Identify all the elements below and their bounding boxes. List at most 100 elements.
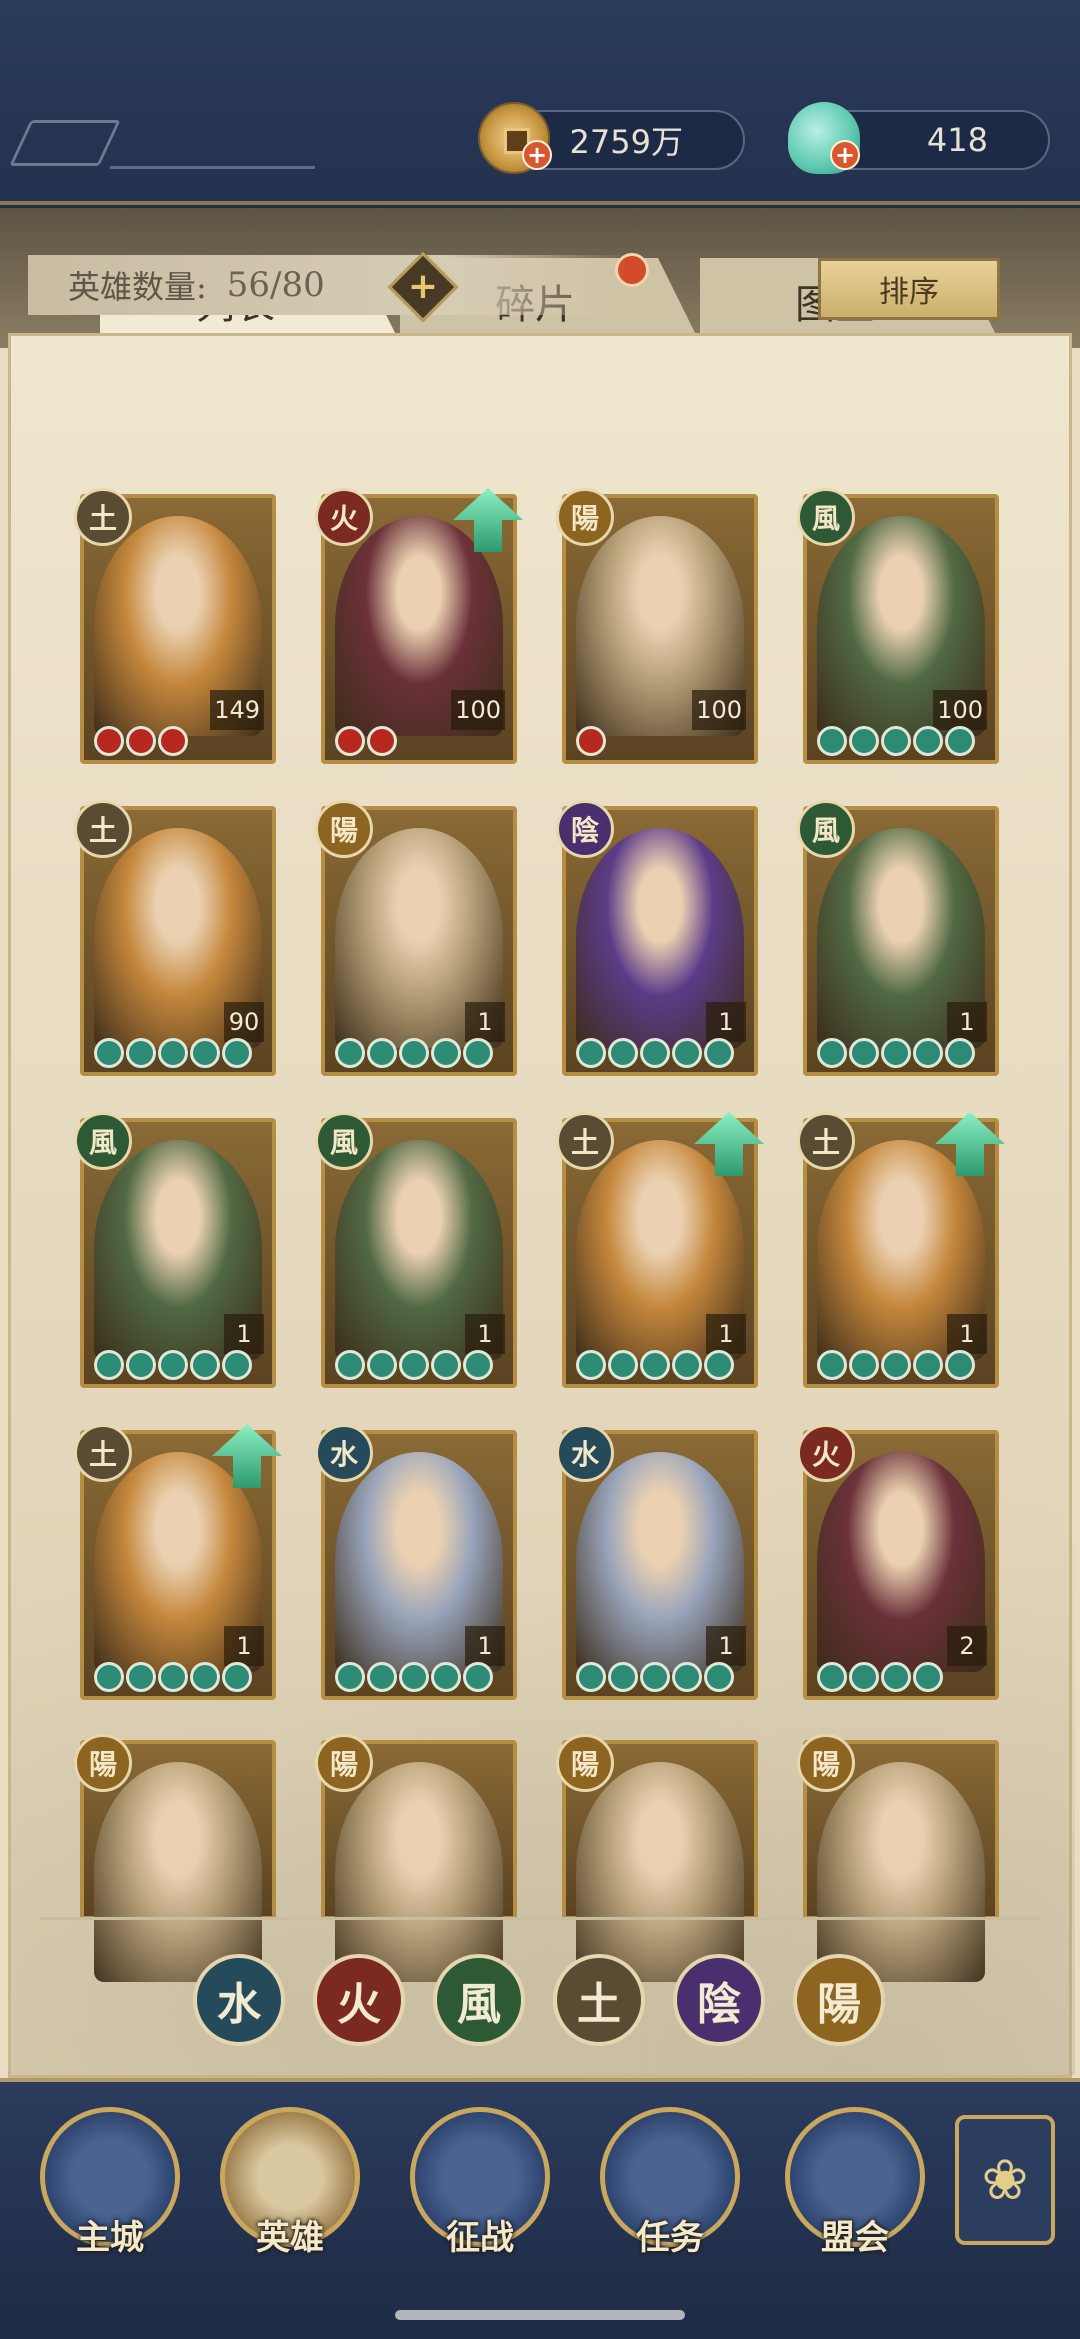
menu-button[interactable]: ❀ bbox=[955, 2115, 1055, 2245]
hero-grid: 土 149 火 100 陽 100 風 100 土 90 陽 1 陰 1 風 1 風 1 風 1 土 1 土 1 土 1 水 1 水 1 火… bbox=[0, 0, 1080, 2339]
star-icon bbox=[849, 1350, 879, 1380]
star-icon bbox=[126, 1662, 156, 1692]
hero-card[interactable]: 陽 bbox=[797, 1734, 999, 1982]
element-badge: 土 bbox=[74, 1424, 132, 1482]
star-icon bbox=[704, 1350, 734, 1380]
star-icon bbox=[576, 1038, 606, 1068]
hero-card[interactable]: 水1 bbox=[556, 1424, 758, 1700]
element-badge: 風 bbox=[797, 488, 855, 546]
hero-card[interactable]: 土 90 bbox=[74, 800, 276, 1076]
star-icon bbox=[640, 1350, 670, 1380]
element-filter-button[interactable]: 風 bbox=[433, 1954, 525, 2046]
star-row bbox=[817, 1038, 975, 1068]
star-icon bbox=[335, 726, 365, 756]
star-icon bbox=[913, 1350, 943, 1380]
hero-card[interactable]: 陰1 bbox=[556, 800, 758, 1076]
hero-card[interactable]: 火 100 bbox=[315, 488, 523, 764]
star-icon bbox=[222, 1662, 252, 1692]
nav-label: 主城 bbox=[76, 2218, 144, 2258]
star-icon bbox=[126, 1038, 156, 1068]
hero-card[interactable]: 陽 bbox=[315, 1734, 517, 1982]
hero-card[interactable]: 土1 bbox=[797, 1112, 1005, 1388]
element-badge: 風 bbox=[797, 800, 855, 858]
hero-card[interactable]: 土 149 bbox=[74, 488, 276, 764]
star-icon bbox=[158, 1350, 188, 1380]
hero-card[interactable]: 風1 bbox=[74, 1112, 276, 1388]
nav-label: 任务 bbox=[636, 2218, 704, 2258]
star-row bbox=[817, 1350, 975, 1380]
hero-level: 149 bbox=[210, 690, 264, 730]
star-icon bbox=[94, 726, 124, 756]
filter-divider bbox=[40, 1917, 1040, 1920]
star-icon bbox=[463, 1662, 493, 1692]
hero-card[interactable]: 陽 bbox=[556, 1734, 758, 1982]
hero-card[interactable]: 火2 bbox=[797, 1424, 999, 1700]
element-badge: 陰 bbox=[556, 800, 614, 858]
element-badge: 陽 bbox=[315, 800, 373, 858]
hero-card[interactable]: 風1 bbox=[315, 1112, 517, 1388]
element-filter-button[interactable]: 水 bbox=[193, 1954, 285, 2046]
star-icon bbox=[335, 1662, 365, 1692]
star-icon bbox=[817, 1350, 847, 1380]
hero-card[interactable]: 土1 bbox=[74, 1424, 282, 1700]
star-icon bbox=[190, 1350, 220, 1380]
star-row bbox=[576, 1038, 734, 1068]
hero-level: 1 bbox=[224, 1314, 264, 1354]
star-row bbox=[817, 726, 975, 756]
star-icon bbox=[367, 1038, 397, 1068]
element-badge: 土 bbox=[797, 1112, 855, 1170]
element-filter-button[interactable]: 陰 bbox=[673, 1954, 765, 2046]
star-icon bbox=[222, 1038, 252, 1068]
hero-level: 1 bbox=[947, 1314, 987, 1354]
star-icon bbox=[463, 1350, 493, 1380]
star-row bbox=[335, 1662, 493, 1692]
hero-card[interactable]: 水1 bbox=[315, 1424, 517, 1700]
star-icon bbox=[913, 1038, 943, 1068]
hero-portrait bbox=[817, 1762, 985, 1982]
hero-card[interactable]: 陽 100 bbox=[556, 488, 758, 764]
element-filter-button[interactable]: 陽 bbox=[793, 1954, 885, 2046]
element-badge: 風 bbox=[74, 1112, 132, 1170]
element-badge: 土 bbox=[74, 488, 132, 546]
star-icon bbox=[704, 1662, 734, 1692]
element-badge: 土 bbox=[556, 1112, 614, 1170]
hero-card[interactable]: 土1 bbox=[556, 1112, 764, 1388]
star-icon bbox=[608, 1350, 638, 1380]
element-badge: 陽 bbox=[74, 1734, 132, 1792]
star-icon bbox=[190, 1662, 220, 1692]
star-icon bbox=[640, 1662, 670, 1692]
hero-portrait bbox=[576, 1762, 744, 1982]
star-icon bbox=[945, 1038, 975, 1068]
hero-level: 1 bbox=[706, 1626, 746, 1666]
star-row bbox=[94, 1662, 252, 1692]
hero-card[interactable]: 風1 bbox=[797, 800, 999, 1076]
home-indicator bbox=[395, 2310, 685, 2320]
star-icon bbox=[367, 726, 397, 756]
star-icon bbox=[158, 726, 188, 756]
star-icon bbox=[222, 1350, 252, 1380]
star-icon bbox=[817, 1662, 847, 1692]
element-filter-button[interactable]: 土 bbox=[553, 1954, 645, 2046]
hero-card[interactable]: 陽1 bbox=[315, 800, 517, 1076]
star-icon bbox=[945, 1350, 975, 1380]
star-icon bbox=[576, 726, 606, 756]
star-row bbox=[817, 1662, 943, 1692]
hero-card[interactable]: 風 100 bbox=[797, 488, 999, 764]
star-icon bbox=[913, 1662, 943, 1692]
star-icon bbox=[881, 1038, 911, 1068]
star-icon bbox=[817, 726, 847, 756]
star-row bbox=[576, 726, 606, 756]
hero-level: 1 bbox=[465, 1626, 505, 1666]
nav-label: 盟会 bbox=[821, 2218, 889, 2258]
element-filter-button[interactable]: 火 bbox=[313, 1954, 405, 2046]
flower-menu-icon: ❀ bbox=[981, 2147, 1029, 2213]
nav-label: 征战 bbox=[446, 2218, 514, 2258]
star-icon bbox=[881, 1662, 911, 1692]
star-icon bbox=[672, 1662, 702, 1692]
star-icon bbox=[94, 1662, 124, 1692]
star-icon bbox=[399, 1038, 429, 1068]
hero-level: 1 bbox=[706, 1002, 746, 1042]
hero-level: 100 bbox=[692, 690, 746, 730]
hero-card[interactable]: 陽 bbox=[74, 1734, 276, 1982]
hero-portrait bbox=[94, 1762, 262, 1982]
